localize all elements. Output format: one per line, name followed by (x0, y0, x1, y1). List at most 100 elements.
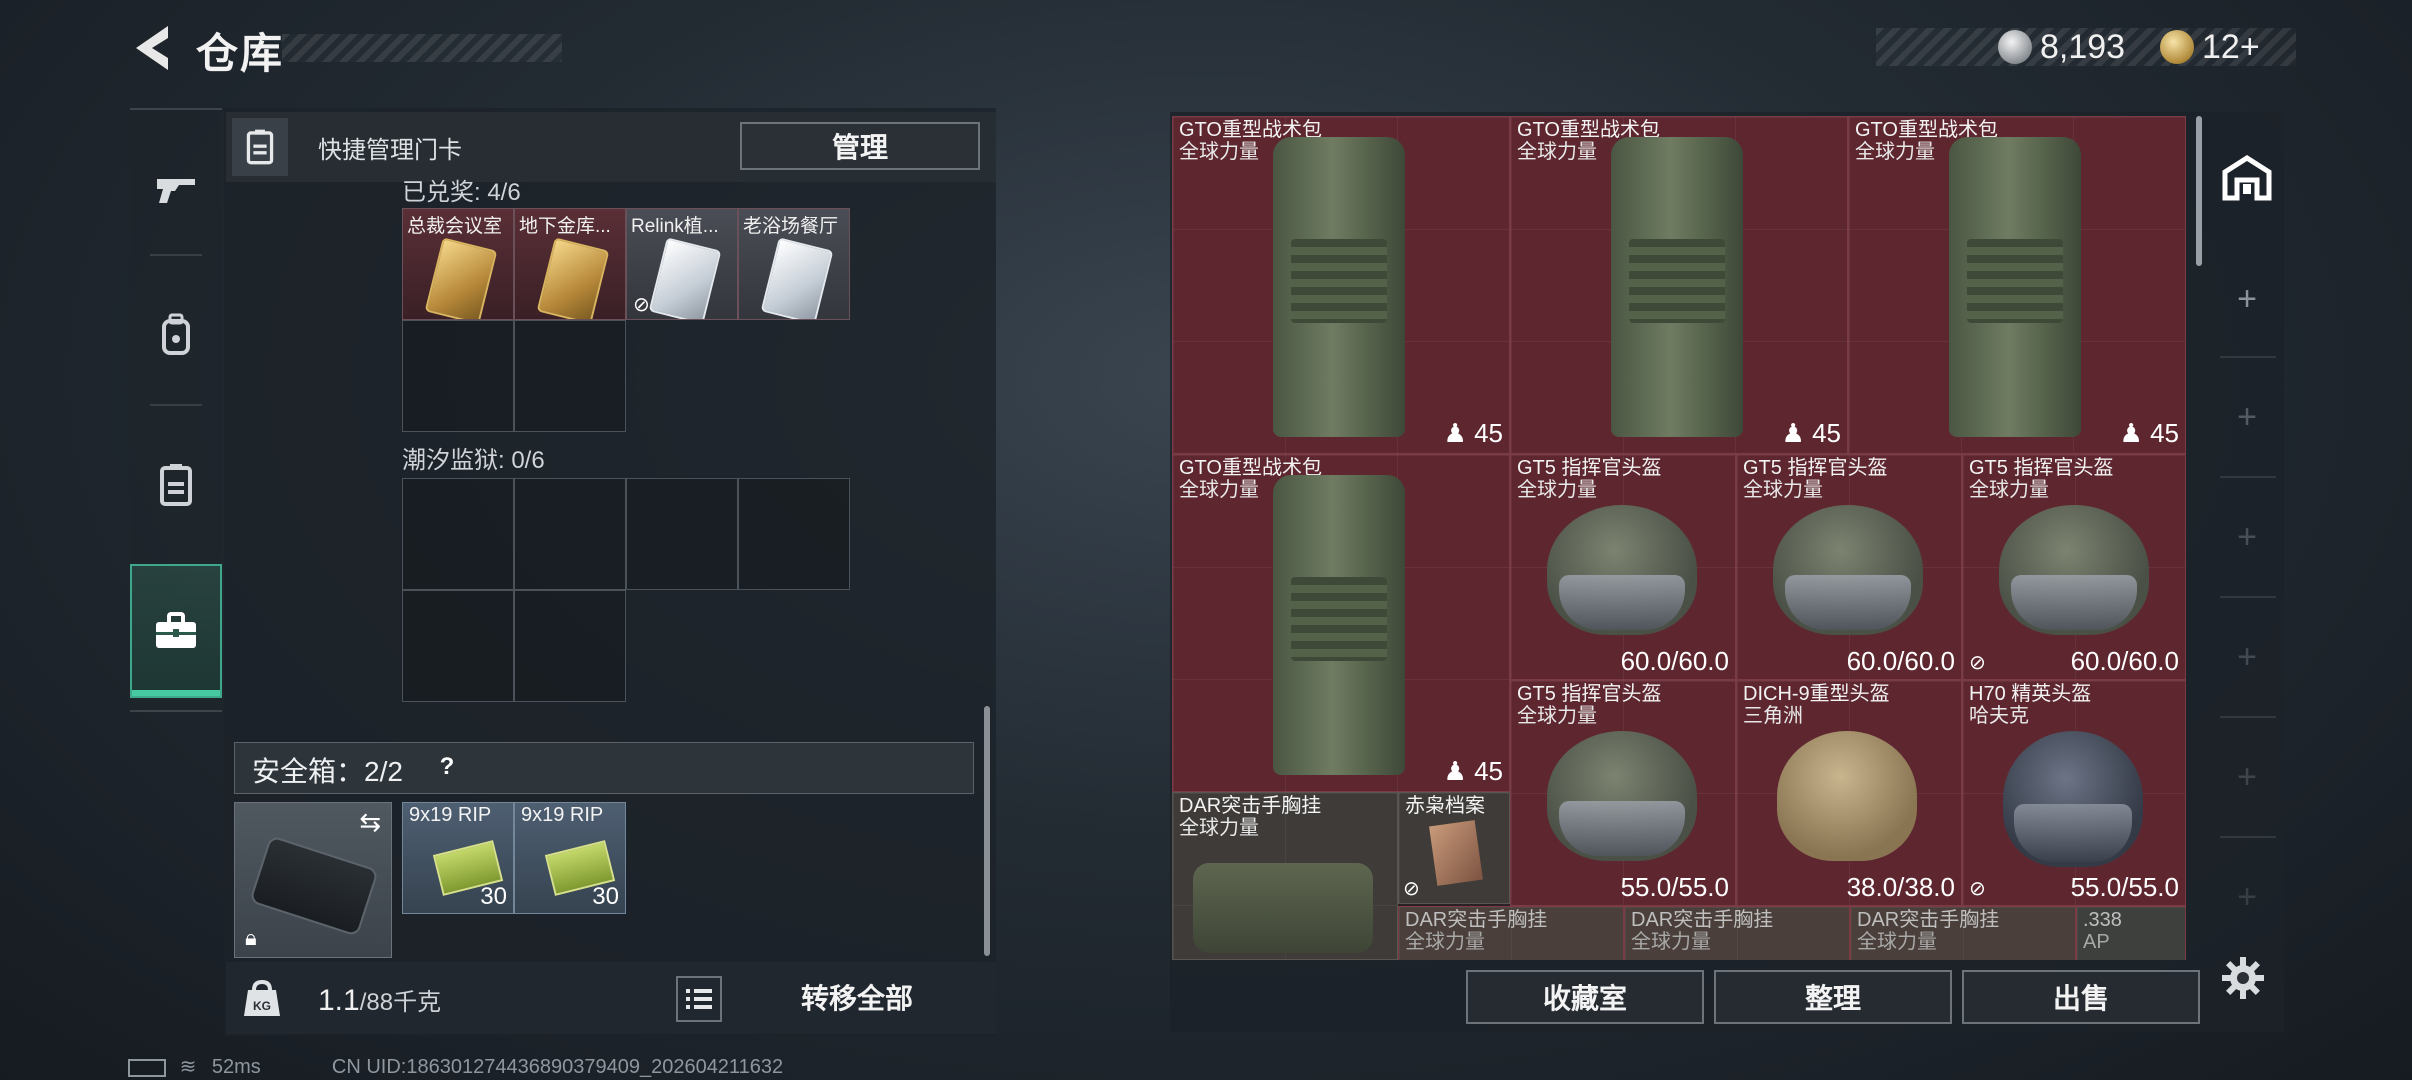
empty-slot[interactable] (626, 478, 738, 590)
uid-text: CN UID:186301274436890379409_20260421163… (331, 1056, 784, 1078)
inventory-item[interactable]: GTO重型战术包 全球力量 ♟ 45 (1172, 454, 1510, 792)
wifi-icon: ≋ (179, 1056, 197, 1078)
inventory-item[interactable]: DAR突击手胸挂 全球力量 (1624, 906, 1850, 960)
inventory-item[interactable]: DICH-9重型头盔 三角洲 38.0/38.0 (1736, 680, 1962, 906)
inventory-item[interactable]: 赤枭档案 ⊘ (1398, 792, 1510, 904)
keycard-slot[interactable]: 总裁会议室 (402, 208, 514, 320)
capacity-value: 45 (1474, 418, 1503, 448)
add-storage-button[interactable]: + (2210, 358, 2284, 476)
helmet-image (1773, 505, 1923, 635)
battery-icon (128, 1058, 166, 1077)
empty-slot[interactable] (402, 478, 514, 590)
weight-icon: KG (244, 979, 280, 1016)
backpack-image (1949, 137, 2081, 437)
ammo-slot[interactable]: 9x19 RIP 30 (402, 802, 514, 914)
help-icon[interactable]: ? (430, 750, 464, 784)
empty-slot[interactable] (402, 320, 514, 432)
inventory-item[interactable]: .338 AP (2076, 906, 2186, 960)
inventory-grid: GTO重型战术包 全球力量 ♟ 45 GTO重型战术包 全球力量 ♟ 45 GT… (1172, 116, 2186, 960)
empty-slot[interactable] (402, 590, 514, 702)
item-name: DAR突击手胸挂 (1405, 909, 1548, 931)
item-durability: 55.0/55.0 (2070, 872, 2179, 902)
item-capacity: ♟ 45 (2119, 418, 2179, 448)
inventory-item[interactable]: DAR突击手胸挂 全球力量 (1850, 906, 2076, 960)
ammo-name: 9x19 RIP (521, 804, 604, 826)
safe-box-item[interactable]: ⇆ 🔒︎ (234, 802, 392, 958)
item-durability: 60.0/60.0 (1846, 646, 1955, 676)
warehouse-tab[interactable] (2210, 116, 2284, 240)
keycard-slot[interactable]: 老浴场餐厅 (738, 208, 850, 320)
inventory-item[interactable]: GTO重型战术包 全球力量 ♟ 45 (1848, 116, 2186, 454)
capacity-value: 45 (2150, 418, 2179, 448)
inventory-item[interactable]: DAR突击手胸挂 全球力量 (1398, 906, 1624, 960)
keycard-slot[interactable]: 地下金库... (514, 208, 626, 320)
empty-slot[interactable] (514, 590, 626, 702)
safe-box-label: 安全箱：2/2 (252, 756, 403, 787)
capacity-value: 45 (1474, 756, 1503, 786)
item-faction: 全球力量 (1517, 479, 1597, 501)
sell-button[interactable]: 出售 (1962, 970, 2200, 1024)
sidebar-item-weapon[interactable] (130, 124, 222, 254)
helmet-visor (1559, 575, 1685, 630)
item-faction: 全球力量 (1517, 705, 1597, 727)
inventory-item[interactable]: GT5 指挥官头盔 全球力量 ⊘ 60.0/60.0 (1962, 454, 2186, 680)
helmet-image (2003, 731, 2143, 867)
add-storage-button[interactable]: + (2210, 838, 2284, 956)
inventory-scrollbar[interactable] (2196, 116, 2202, 266)
card-name: 地下金库... (519, 216, 611, 237)
manage-button[interactable]: 管理 (740, 122, 980, 170)
file-image (1429, 820, 1483, 886)
silver-amount: 8,193 (2040, 28, 2126, 66)
item-durability: 60.0/60.0 (1620, 646, 1729, 676)
item-capacity: ♟ 45 (1443, 418, 1503, 448)
keycard-icon (160, 464, 192, 506)
item-faction: 全球力量 (1855, 141, 1935, 163)
collection-room-button[interactable]: 收藏室 (1466, 970, 1704, 1024)
empty-slot[interactable] (738, 478, 850, 590)
add-storage-button[interactable]: + (2210, 718, 2284, 836)
chest-rig-image (1193, 863, 1373, 953)
helmet-image (1547, 505, 1697, 635)
back-arrow-icon[interactable] (128, 22, 176, 74)
inventory-item[interactable]: DAR突击手胸挂 全球力量 (1172, 792, 1398, 960)
no-trade-icon: ⊘ (1403, 878, 1420, 900)
item-faction: 全球力量 (1743, 479, 1823, 501)
inventory-item[interactable]: GT5 指挥官头盔 全球力量 60.0/60.0 (1510, 454, 1736, 680)
inventory-item[interactable]: GTO重型战术包 全球力量 ♟ 45 (1510, 116, 1848, 454)
add-storage-button[interactable]: + (2210, 478, 2284, 596)
empty-slot[interactable] (514, 478, 626, 590)
helmet-image (1777, 731, 1917, 861)
backpack-image (1611, 137, 1743, 437)
inventory-item[interactable]: GTO重型战术包 全球力量 ♟ 45 (1172, 116, 1510, 454)
gear-icon[interactable] (2220, 955, 2266, 1001)
inventory-item[interactable]: H70 精英头盔 哈夫克 ⊘ 55.0/55.0 (1962, 680, 2186, 906)
add-storage-button[interactable]: + (2210, 240, 2284, 358)
empty-slot[interactable] (514, 320, 626, 432)
left-scrollbar[interactable] (984, 706, 990, 956)
list-view-button[interactable] (676, 976, 722, 1022)
item-name: DAR突击手胸挂 (1631, 909, 1774, 931)
card-name: 总裁会议室 (407, 216, 503, 237)
inventory-item[interactable]: GT5 指挥官头盔 全球力量 60.0/60.0 (1736, 454, 1962, 680)
gold-amount[interactable]: 12+ (2202, 28, 2260, 67)
inventory-item[interactable]: GT5 指挥官头盔 全球力量 55.0/55.0 (1510, 680, 1736, 906)
organize-button[interactable]: 整理 (1714, 970, 1952, 1024)
item-name: DAR突击手胸挂 (1857, 909, 2000, 931)
sidebar-item-keycard[interactable] (130, 420, 222, 550)
sidebar-item-backpack[interactable] (130, 270, 222, 400)
item-faction: 全球力量 (1969, 479, 2049, 501)
ammo-name: 9x19 RIP (409, 804, 492, 826)
sidebar-item-toolbox[interactable] (130, 564, 222, 698)
add-storage-button[interactable]: + (2210, 598, 2284, 716)
capacity-value: 45 (1812, 418, 1841, 448)
gold-coin-icon (2160, 30, 2194, 64)
ping-text: 52ms (211, 1056, 261, 1078)
item-name: 赤枭档案 (1405, 795, 1485, 817)
keycard-slot[interactable]: Relink植... ⊘ (626, 208, 738, 320)
ammo-slot[interactable]: 9x19 RIP 30 (514, 802, 626, 914)
keycard-icon (246, 129, 274, 165)
plus-icon: + (2237, 757, 2257, 796)
transfer-all-button[interactable]: 转移全部 (744, 968, 970, 1026)
swap-icon[interactable]: ⇆ (359, 807, 381, 838)
item-durability: 60.0/60.0 (2070, 646, 2179, 676)
